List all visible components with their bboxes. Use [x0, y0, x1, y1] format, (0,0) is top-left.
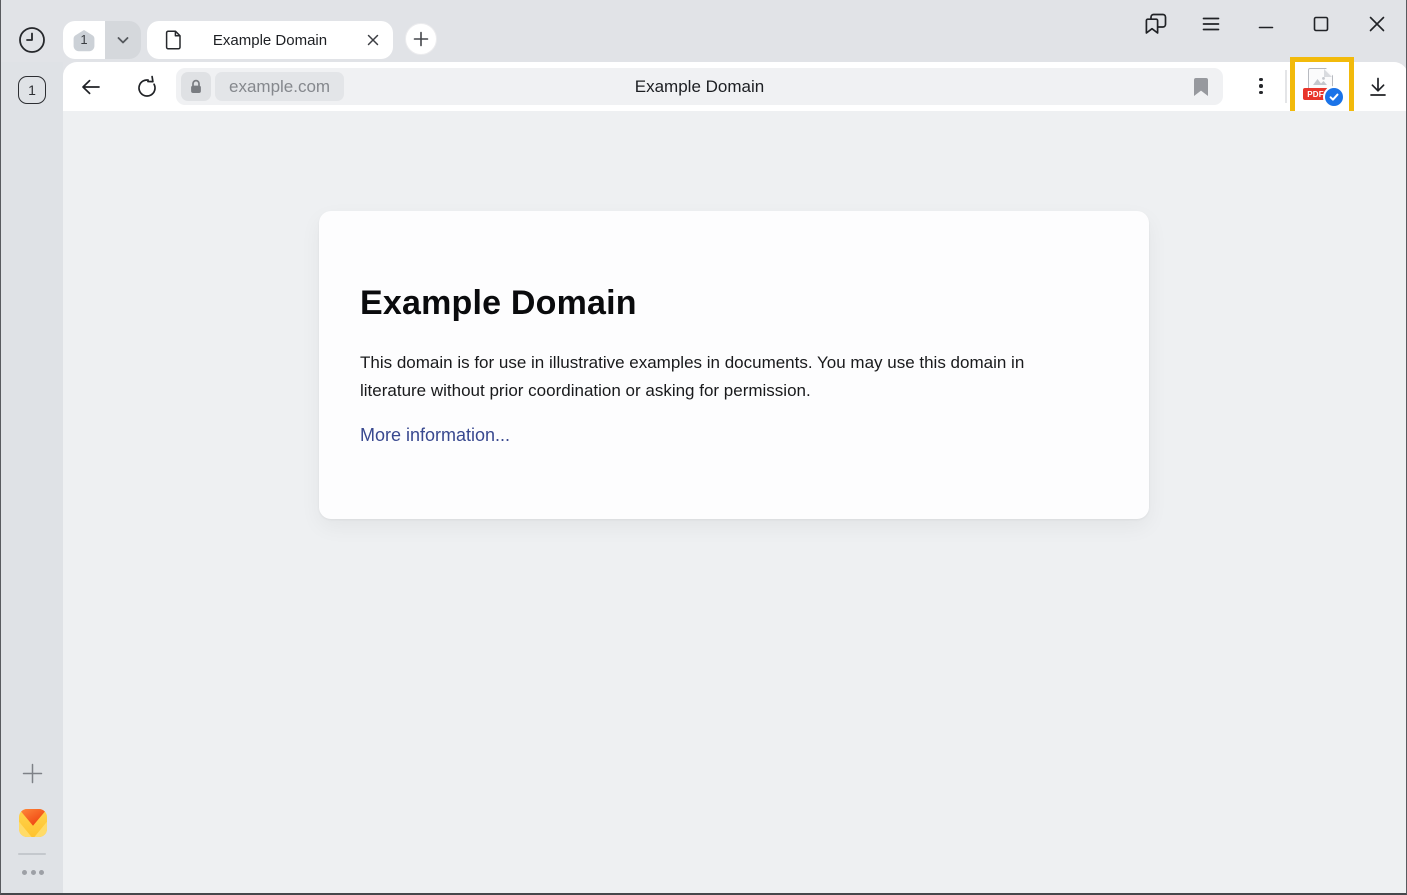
dot — [39, 870, 44, 875]
mail-fold-right — [34, 822, 47, 837]
reload-icon — [134, 74, 160, 100]
page-paragraph: This domain is for use in illustrative e… — [360, 349, 1048, 404]
plus-icon — [20, 761, 45, 786]
address-bar[interactable]: example.com Example Domain — [176, 68, 1223, 105]
browser-menu-button[interactable] — [1198, 11, 1224, 37]
tab-count-badge: 1 — [72, 29, 96, 52]
toolbar: example.com Example Domain — [63, 62, 1407, 111]
tab-count-label: 1 — [72, 32, 96, 47]
mail-app-icon[interactable] — [19, 809, 47, 837]
bookmark-flag-icon — [1193, 77, 1209, 97]
example-domain-card: Example Domain This domain is for use in… — [319, 211, 1149, 519]
dot — [31, 870, 36, 875]
window-maximize-button[interactable] — [1308, 11, 1334, 37]
browser-window: 1 Example Domain — [0, 0, 1407, 895]
maximize-icon — [1309, 12, 1333, 36]
sidebar-tab-count-label: 1 — [28, 82, 36, 98]
page-heading: Example Domain — [360, 283, 1108, 323]
page-viewport: Example Domain This domain is for use in… — [63, 111, 1407, 893]
tab-strip: 1 Example Domain — [1, 0, 1406, 62]
window-close-button[interactable] — [1364, 11, 1390, 37]
tab-close-icon[interactable] — [365, 32, 381, 48]
pdf-extension-button[interactable]: PDF — [1295, 62, 1349, 111]
dot — [1259, 91, 1263, 95]
hamburger-menu-icon — [1199, 12, 1223, 36]
sidebar: 1 — [1, 62, 63, 893]
more-information-link[interactable]: More information... — [360, 425, 510, 446]
dot — [1259, 84, 1263, 88]
url-chip[interactable]: example.com — [215, 72, 344, 101]
sidebar-divider — [18, 853, 46, 855]
lock-icon — [188, 78, 204, 95]
url-text: example.com — [229, 77, 330, 97]
dot — [22, 870, 27, 875]
bookmarks-panel-icon — [1143, 11, 1169, 37]
window-minimize-button[interactable] — [1253, 11, 1279, 37]
minimize-icon — [1254, 12, 1278, 36]
sidebar-more-button[interactable] — [18, 865, 48, 879]
history-clock-icon[interactable] — [18, 26, 46, 54]
mail-envelope-flap — [19, 809, 47, 826]
bookmarks-panel-button[interactable] — [1143, 11, 1169, 37]
image-placeholder-icon — [1312, 76, 1328, 86]
download-arrow-icon — [1365, 74, 1391, 100]
downloads-button[interactable] — [1364, 73, 1392, 101]
tab-group-control: 1 — [63, 21, 141, 59]
toolbar-separator — [1285, 70, 1287, 103]
tab-example-domain[interactable]: Example Domain — [147, 21, 393, 59]
sidebar-add-button[interactable] — [20, 761, 45, 786]
toolbar-overflow-button[interactable] — [1249, 73, 1273, 99]
site-security-button[interactable] — [181, 72, 211, 101]
plus-icon — [412, 30, 430, 48]
pdf-enabled-check-icon — [1323, 86, 1345, 108]
tab-group-dropdown-button[interactable] — [105, 21, 141, 59]
back-button[interactable] — [78, 74, 104, 100]
dot — [1259, 78, 1263, 82]
close-icon — [1365, 12, 1389, 36]
new-tab-button[interactable] — [405, 23, 437, 55]
tab-group-count-button[interactable]: 1 — [63, 21, 105, 59]
pdf-extension-highlight-box[interactable]: PDF — [1290, 57, 1354, 116]
sidebar-tab-counter[interactable]: 1 — [18, 76, 46, 104]
chevron-down-icon — [115, 32, 131, 48]
reload-button[interactable] — [134, 74, 160, 100]
bookmark-button[interactable] — [1191, 76, 1211, 97]
tab-title: Example Domain — [147, 21, 393, 59]
mail-fold-left — [19, 822, 32, 837]
arrow-left-icon — [78, 74, 104, 100]
